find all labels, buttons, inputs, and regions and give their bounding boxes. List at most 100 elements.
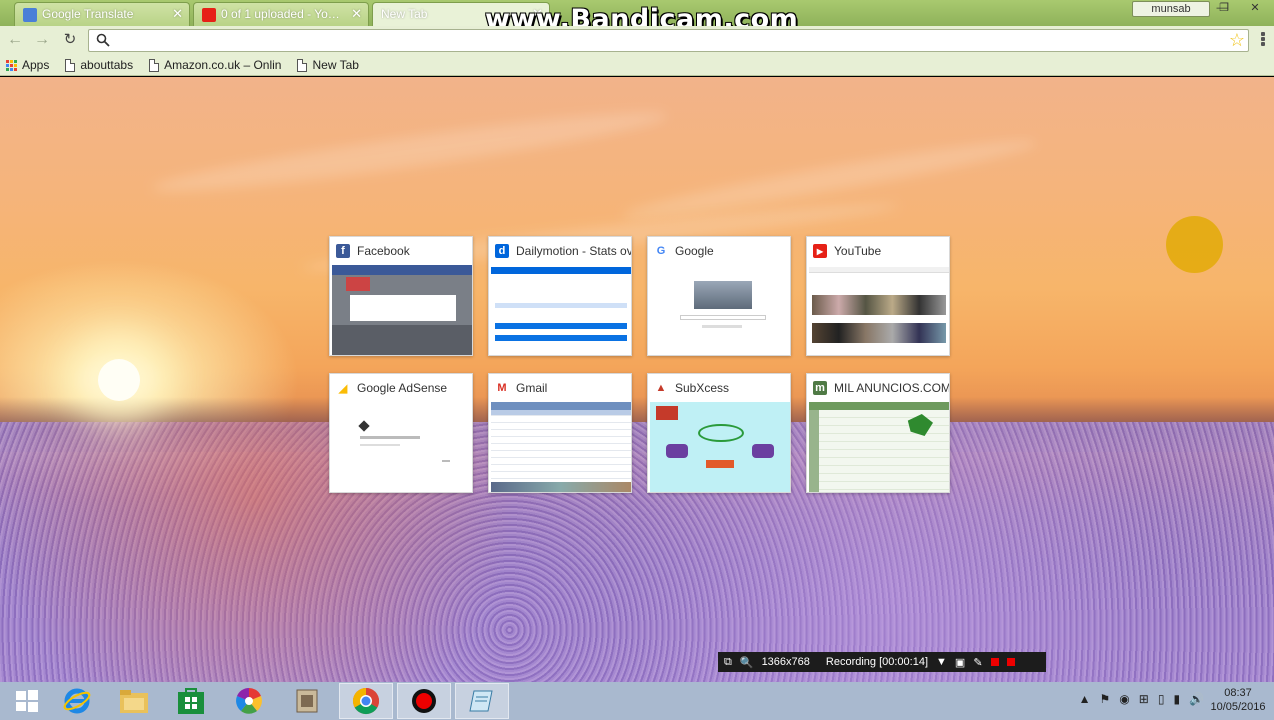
tile-title: Google	[675, 244, 714, 258]
fullscreen-icon[interactable]: ⧉	[724, 656, 732, 669]
clock-date: 10/05/2016	[1210, 701, 1266, 713]
omnibox-input[interactable]	[115, 32, 1215, 49]
page-icon	[149, 58, 160, 72]
tab-title: 0 of 1 uploaded - YouTub	[221, 7, 347, 21]
gmail-icon: M	[495, 381, 509, 395]
camera-icon[interactable]: ▣	[955, 656, 965, 669]
bookmark-amazon[interactable]: Amazon.co.uk – Onlin	[149, 58, 281, 72]
tile-thumbnail	[332, 265, 472, 355]
store-icon	[178, 688, 204, 714]
pause-icon[interactable]	[990, 658, 999, 666]
battery-icon[interactable]: ▯	[1158, 692, 1165, 706]
tile-thumbnail	[650, 402, 790, 492]
start-button[interactable]	[0, 683, 54, 719]
tile-dailymotion[interactable]: d Dailymotion - Stats ov	[488, 236, 632, 356]
tile-google[interactable]: G Google	[647, 236, 791, 356]
security-icon[interactable]: ◉	[1119, 692, 1129, 706]
taskbar-bandicam[interactable]	[397, 683, 451, 719]
tile-youtube[interactable]: ▶ YouTube	[806, 236, 950, 356]
record-icon	[412, 689, 436, 713]
signal-icon[interactable]: ▮	[1173, 692, 1180, 706]
tab-google-translate[interactable]: Google Translate ✕	[14, 2, 190, 26]
tile-thumbnail	[809, 265, 949, 355]
bookmarks-bar: Apps abouttabs Amazon.co.uk – Onlin New …	[0, 55, 1274, 76]
stop-icon[interactable]	[1006, 658, 1015, 666]
bandicam-recording-bar: ⧉ 🔍 1366x768 Recording [00:00:14] ▼ ▣ ✎	[718, 652, 1046, 672]
sun	[98, 359, 140, 401]
subxcess-icon: ▲	[654, 381, 668, 395]
chrome-menu-button[interactable]	[1255, 31, 1271, 49]
tab-title: Google Translate	[42, 7, 134, 21]
tile-title: Facebook	[357, 244, 410, 258]
bookmark-label: New Tab	[312, 58, 359, 72]
forward-button[interactable]: →	[32, 30, 52, 50]
bookmark-label: Amazon.co.uk – Onlin	[164, 58, 282, 72]
maximize-button[interactable]: ❐	[1214, 1, 1234, 17]
taskbar-file-explorer[interactable]	[107, 683, 161, 719]
clock-time: 08:37	[1224, 687, 1252, 699]
tile-thumbnail	[491, 265, 631, 355]
taskbar-picasa[interactable]	[222, 683, 276, 719]
tile-thumbnail	[809, 402, 949, 492]
chevron-down-icon[interactable]: ▼	[936, 656, 947, 668]
most-visited-grid: f Facebook d Dailymotion - Stats ov G Googl…	[329, 236, 951, 494]
close-icon[interactable]: ✕	[351, 7, 362, 21]
tab-youtube-upload[interactable]: 0 of 1 uploaded - YouTub ✕	[193, 2, 369, 26]
bookmark-apps[interactable]: Apps	[6, 58, 49, 72]
tile-gmail[interactable]: M Gmail	[488, 373, 632, 493]
taskbar-clock[interactable]: 08:37 10/05/2016	[1210, 686, 1266, 714]
dailymotion-icon: d	[495, 244, 509, 258]
windows-logo-icon	[16, 690, 38, 712]
bookmark-star-icon[interactable]: ☆	[1229, 30, 1245, 50]
volume-icon[interactable]: 🔊	[1189, 692, 1204, 706]
bookmark-abouttabs[interactable]: abouttabs	[65, 58, 133, 72]
profile-button[interactable]: munsab	[1132, 1, 1210, 17]
recording-status: Recording [00:00:14]	[825, 656, 929, 668]
reload-button[interactable]: ↻	[60, 30, 80, 50]
bookmark-label: abouttabs	[80, 58, 134, 72]
flag-icon[interactable]: ⚑	[1100, 692, 1111, 706]
youtube-icon: ▶	[813, 244, 827, 258]
taskbar-chrome[interactable]	[339, 683, 393, 719]
system-tray: ▲ ⚑ ◉ ⊞ ▯ ▮ 🔊	[1079, 692, 1204, 706]
tile-title: Dailymotion - Stats ov	[516, 244, 631, 258]
bookmark-new-tab[interactable]: New Tab	[297, 58, 359, 72]
recording-resolution: 1366x768	[761, 656, 810, 668]
page-icon	[65, 58, 76, 72]
tile-thumbnail	[491, 402, 631, 492]
search-icon	[96, 33, 110, 47]
tile-title: Gmail	[516, 381, 548, 395]
tile-title: Google AdSense	[357, 381, 448, 395]
chevron-up-icon[interactable]: ▲	[1079, 692, 1091, 706]
pencil-icon[interactable]: ✎	[973, 656, 982, 669]
taskbar-notepad[interactable]	[455, 683, 509, 719]
apps-grid-icon	[6, 59, 17, 71]
page-icon	[297, 58, 308, 72]
tile-thumbnail	[332, 402, 472, 492]
google-icon: G	[654, 244, 668, 258]
omnibox[interactable]: ☆	[88, 29, 1249, 52]
adsense-icon: ◢	[336, 381, 350, 395]
browser-toolbar: ← → ↻ ☆	[0, 26, 1274, 55]
app-icon	[296, 689, 318, 713]
tile-thumbnail	[650, 265, 790, 355]
tile-google-adsense[interactable]: ◢ Google AdSense	[329, 373, 473, 493]
windows-taskbar: ▲ ⚑ ◉ ⊞ ▯ ▮ 🔊 08:37 10/05/2016	[0, 682, 1274, 720]
cursor-highlight	[1166, 216, 1223, 273]
taskbar-internet-explorer[interactable]	[50, 683, 104, 719]
taskbar-app[interactable]	[280, 683, 334, 719]
close-icon[interactable]: ✕	[172, 7, 183, 21]
tile-subxcess[interactable]: ▲ SubXcess	[647, 373, 791, 493]
search-icon[interactable]: 🔍	[740, 656, 754, 669]
taskbar-store[interactable]	[164, 683, 218, 719]
tile-facebook[interactable]: f Facebook	[329, 236, 473, 356]
notepad-icon	[469, 690, 493, 712]
network-icon[interactable]: ⊞	[1139, 692, 1149, 706]
internet-explorer-icon	[63, 688, 91, 714]
tile-title: YouTube	[834, 244, 882, 258]
back-button[interactable]: ←	[5, 30, 25, 50]
google-translate-icon	[23, 8, 37, 22]
bookmark-label: Apps	[22, 58, 50, 72]
tile-milanuncios[interactable]: m MIL ANUNCIOS.COM	[806, 373, 950, 493]
close-window-button[interactable]: ✕	[1244, 1, 1266, 17]
